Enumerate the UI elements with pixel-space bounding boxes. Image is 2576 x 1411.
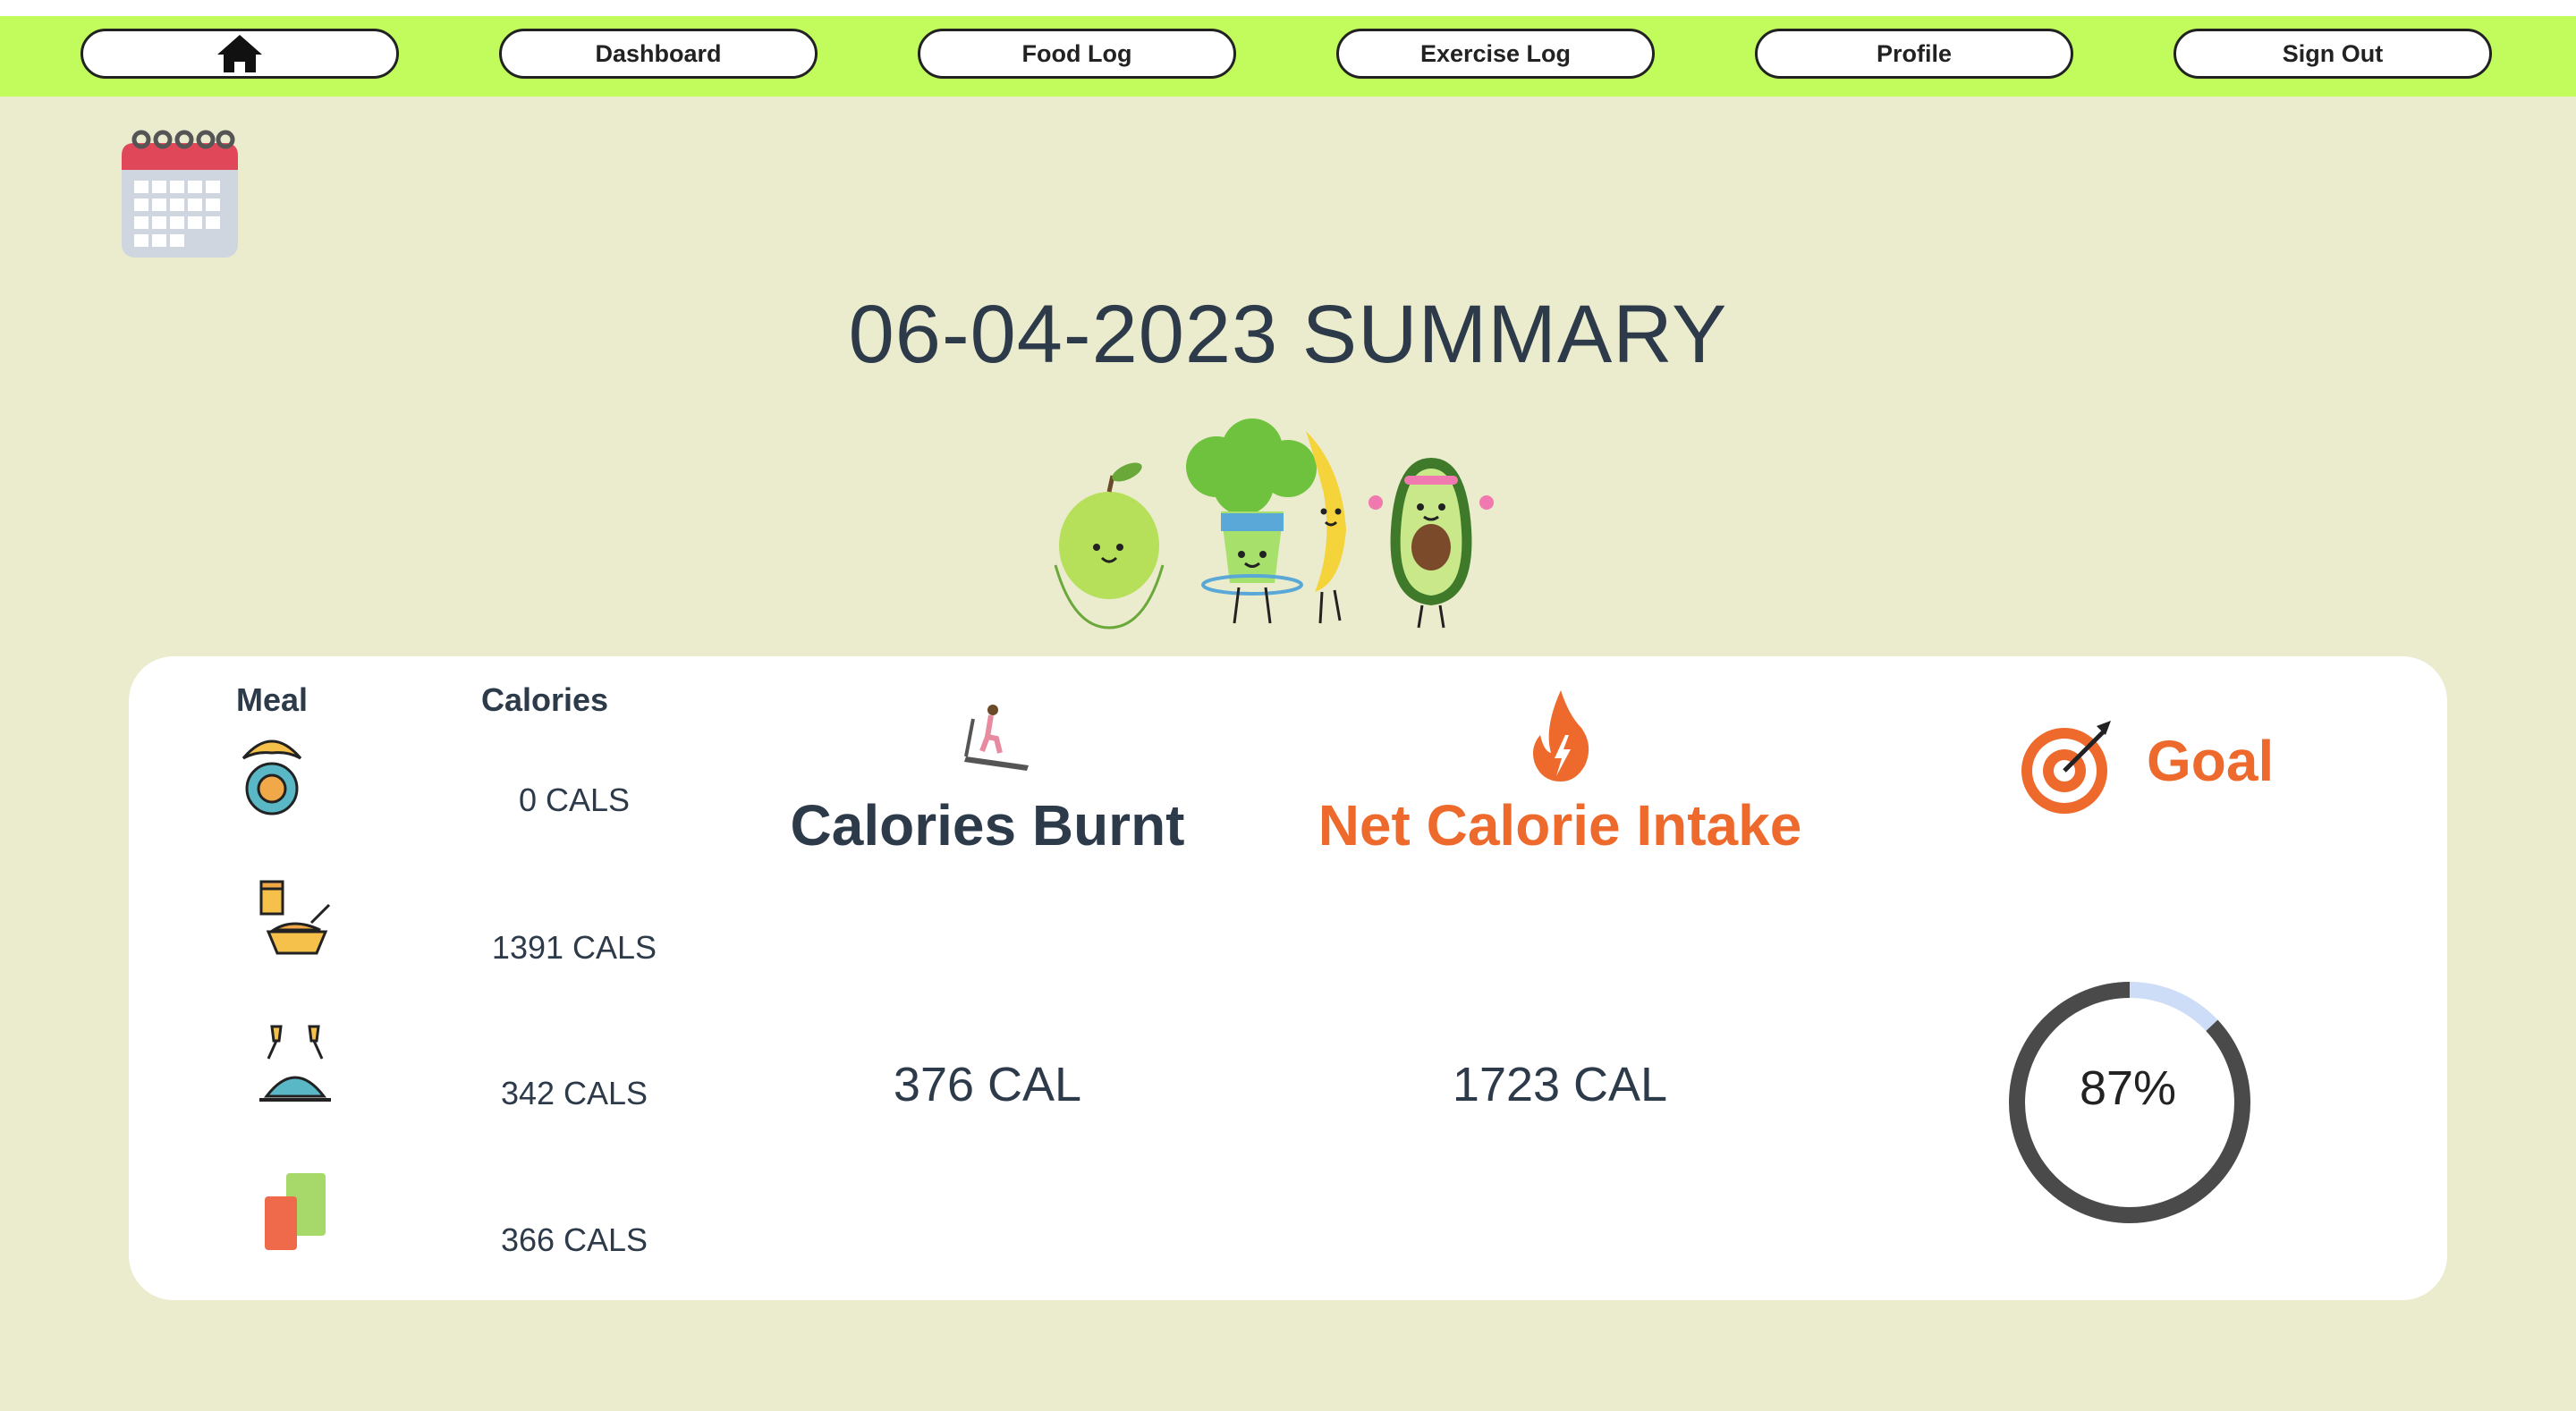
- page-title: 06-04-2023 SUMMARY: [848, 289, 1728, 380]
- flame-icon: [1533, 690, 1589, 782]
- lunch-calories: 1391 CALS: [491, 929, 657, 966]
- treadmill-icon: [964, 705, 1029, 771]
- snacks-icon: [265, 1173, 326, 1250]
- nav-bar: Dashboard Food Log Exercise Log Profile …: [0, 16, 2576, 97]
- dinner-calories: 342 CALS: [500, 1075, 648, 1111]
- home-icon: [217, 35, 262, 72]
- lunch-icon: [259, 880, 331, 955]
- net-calorie-intake-label: Net Calorie Intake: [1318, 793, 1802, 858]
- goal-percent-text: 87%: [2079, 1061, 2177, 1115]
- target-icon: [2021, 721, 2111, 814]
- calories-burnt-label: Calories Burnt: [790, 793, 1185, 858]
- snacks-calories: 366 CALS: [500, 1221, 648, 1258]
- broccoli-mascot: [1186, 418, 1317, 624]
- calories-burnt-value: 376 CAL: [893, 1058, 1082, 1111]
- calories-column-header: Calories: [480, 681, 609, 718]
- fruit-mascots-illustration: [1054, 418, 1494, 629]
- apple-mascot: [1054, 462, 1165, 629]
- net-calorie-intake-value: 1723 CAL: [1452, 1058, 1668, 1111]
- avocado-mascot: [1368, 458, 1494, 629]
- nav-sign-out-button[interactable]: Sign Out: [2174, 29, 2492, 79]
- nav-dashboard-button[interactable]: Dashboard: [499, 29, 818, 79]
- meal-column-header: Meal: [235, 681, 309, 718]
- goal-label: Goal: [2147, 729, 2275, 793]
- top-strip: [0, 0, 2576, 16]
- breakfast-icon: [242, 739, 302, 815]
- nav-food-log-button[interactable]: Food Log: [918, 29, 1236, 79]
- nav-profile-button[interactable]: Profile: [1755, 29, 2073, 79]
- breakfast-calories: 0 CALS: [518, 782, 631, 818]
- home-button[interactable]: [80, 29, 399, 79]
- dinner-icon: [259, 1025, 331, 1102]
- summary-card: Meal Calories 0 CALS 1391 CALS 342 CALS …: [129, 656, 2447, 1300]
- nav-exercise-log-button[interactable]: Exercise Log: [1336, 29, 1655, 79]
- calendar-icon[interactable]: [120, 127, 240, 259]
